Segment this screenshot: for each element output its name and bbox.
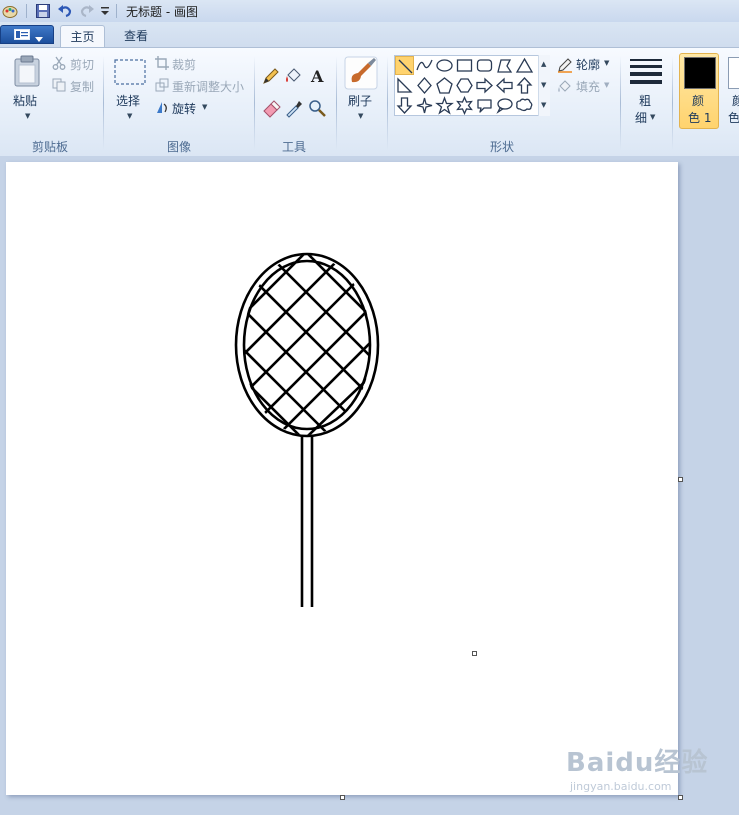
up-arrow-shape-icon[interactable]	[515, 76, 534, 95]
line-size-icon[interactable]	[629, 58, 663, 87]
title-bar: 无标题 - 画图	[0, 0, 739, 23]
size-button-line1[interactable]: 粗	[639, 92, 651, 109]
select-dropdown-arrow[interactable]: ▼	[127, 112, 132, 120]
customize-quick-access-icon[interactable]	[100, 5, 110, 20]
size-dropdown-arrow[interactable]: ▼	[650, 113, 655, 121]
magnifier-icon[interactable]	[307, 98, 327, 121]
cut-icon	[52, 56, 66, 73]
chevron-down-icon	[35, 32, 43, 46]
menu-icon	[14, 29, 30, 43]
color2-swatch[interactable]	[728, 57, 739, 89]
polygon-shape-icon[interactable]	[495, 56, 514, 75]
right-triangle-shape-icon[interactable]	[395, 76, 414, 95]
cloud-callout-shape-icon[interactable]	[515, 96, 534, 115]
scroll-up-arrow[interactable]: ▲	[541, 60, 546, 68]
oval-callout-shape-icon[interactable]	[495, 96, 514, 115]
four-point-star-shape-icon[interactable]	[415, 96, 434, 115]
copy-button[interactable]: 复制	[70, 78, 94, 95]
triangle-shape-icon[interactable]	[515, 56, 534, 75]
group-divider	[620, 56, 621, 150]
resize-button[interactable]: 重新调整大小	[172, 78, 244, 95]
line-shape-icon[interactable]	[395, 56, 414, 75]
watermark: Baidu经验	[566, 748, 709, 778]
drawing-canvas[interactable]	[6, 162, 678, 795]
select-icon[interactable]	[114, 59, 146, 88]
scroll-down-arrow[interactable]: ▼	[541, 81, 546, 89]
crop-icon	[155, 56, 169, 73]
color1-label-line1: 颜	[692, 94, 705, 108]
rotate-icon[interactable]	[155, 100, 169, 117]
canvas-resize-handle-bottom[interactable]	[340, 795, 345, 800]
paste-icon[interactable]	[13, 55, 41, 90]
image-group-label: 图像	[167, 140, 192, 154]
shapes-group-label: 形状	[490, 140, 515, 154]
group-divider	[254, 56, 255, 150]
down-arrow-shape-icon[interactable]	[395, 96, 414, 115]
rounded-callout-shape-icon[interactable]	[475, 96, 494, 115]
crop-button[interactable]: 裁剪	[172, 56, 196, 73]
watermark-url: jingyan.baidu.com	[570, 780, 672, 793]
hexagon-shape-icon[interactable]	[455, 76, 474, 95]
gallery-more-arrow[interactable]: ▼	[541, 101, 546, 109]
undo-icon[interactable]	[57, 3, 73, 22]
paste-dropdown-arrow[interactable]: ▼	[25, 112, 30, 120]
resize-icon	[155, 78, 169, 95]
paste-button[interactable]: 粘贴	[13, 92, 37, 109]
fill-bucket-icon[interactable]	[284, 66, 304, 89]
tools-group-label: 工具	[282, 140, 307, 154]
paint-menu-button[interactable]	[0, 25, 54, 44]
pencil-icon[interactable]	[261, 66, 281, 89]
group-divider	[387, 56, 388, 150]
group-divider	[103, 56, 104, 150]
eraser-icon[interactable]	[261, 98, 281, 121]
fill-dropdown-arrow: ▼	[604, 81, 610, 89]
select-button[interactable]: 选择	[116, 92, 140, 109]
group-divider	[672, 56, 673, 150]
fill-button[interactable]: 填充	[576, 78, 600, 95]
oval-shape-icon[interactable]	[435, 56, 454, 75]
tab-home[interactable]: 主页	[60, 25, 105, 48]
fill-icon	[557, 78, 573, 97]
rotate-button[interactable]: 旋转	[172, 100, 196, 117]
pentagon-shape-icon[interactable]	[435, 76, 454, 95]
outline-dropdown-arrow[interactable]: ▼	[604, 59, 609, 67]
shapes-gallery-scroll[interactable]: ▲ ▼ ▼	[538, 55, 550, 116]
save-icon[interactable]	[35, 3, 51, 22]
six-point-star-shape-icon[interactable]	[455, 95, 474, 116]
group-divider	[336, 56, 337, 150]
text-tool-icon[interactable]: A	[307, 66, 327, 89]
clipboard-group-label: 剪贴板	[32, 140, 69, 154]
curve-shape-icon[interactable]	[415, 56, 434, 75]
outline-icon[interactable]	[557, 57, 573, 76]
canvas-resize-handle-right[interactable]	[678, 477, 683, 482]
brushes-button[interactable]: 刷子	[348, 92, 372, 109]
rounded-rectangle-shape-icon[interactable]	[475, 56, 494, 75]
svg-text:A: A	[310, 67, 324, 86]
diamond-shape-icon[interactable]	[415, 76, 434, 95]
color1-swatch[interactable]	[684, 57, 716, 89]
color-picker-icon[interactable]	[284, 98, 304, 121]
paint-app-icon[interactable]	[2, 3, 18, 22]
rotate-dropdown-arrow[interactable]: ▼	[202, 103, 207, 111]
copy-icon	[52, 78, 66, 95]
cursor-marker	[472, 651, 477, 656]
rectangle-shape-icon[interactable]	[455, 56, 474, 75]
canvas-resize-handle-corner[interactable]	[678, 795, 683, 800]
window-title: 无标题 - 画图	[126, 5, 198, 19]
outline-button[interactable]: 轮廓	[576, 56, 600, 73]
brushes-dropdown-arrow[interactable]: ▼	[358, 112, 363, 120]
five-point-star-shape-icon[interactable]	[435, 96, 454, 115]
cut-button[interactable]: 剪切	[70, 56, 94, 73]
color2-label-line2[interactable]: 色	[728, 109, 739, 126]
badminton-racket-drawing	[234, 252, 380, 607]
color1-label-line2: 色 1	[688, 111, 712, 125]
ribbon-tab-row	[0, 22, 739, 48]
brush-icon[interactable]	[344, 56, 378, 93]
color2-label-line1[interactable]: 颜	[732, 92, 739, 109]
redo-icon	[79, 3, 95, 22]
left-arrow-shape-icon[interactable]	[495, 76, 514, 95]
tab-view[interactable]: 查看	[114, 25, 158, 48]
size-button-line2[interactable]: 细	[635, 109, 647, 126]
right-arrow-shape-icon[interactable]	[475, 76, 494, 95]
